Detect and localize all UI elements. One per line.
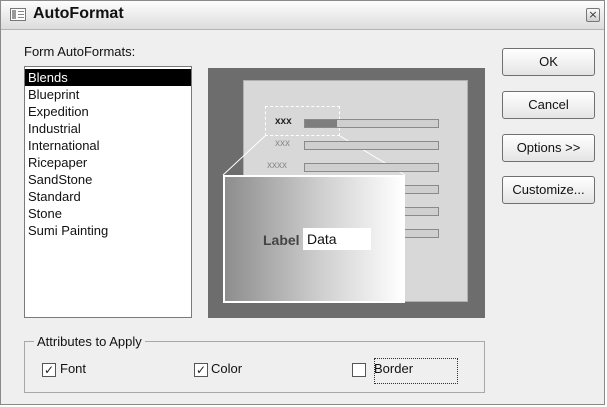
list-item[interactable]: International <box>25 137 191 154</box>
preview-field <box>304 141 439 150</box>
close-button[interactable]: × <box>586 8 600 22</box>
list-item[interactable]: Sumi Painting <box>25 222 191 239</box>
preview-field-fill <box>305 120 337 127</box>
list-label: Form AutoFormats: <box>24 44 136 59</box>
checkmark-icon: ✓ <box>195 363 207 377</box>
preview-row-label: xxx <box>275 138 290 149</box>
checkmark-icon: ✓ <box>43 363 55 377</box>
autoformat-list[interactable]: Blends Blueprint Expedition Industrial I… <box>24 66 192 318</box>
window-title: AutoFormat <box>33 5 124 22</box>
format-preview: xxx xxx xxxx Label Data <box>208 68 485 318</box>
list-item[interactable]: Ricepaper <box>25 154 191 171</box>
color-label: Color <box>211 361 243 376</box>
cancel-button[interactable]: Cancel <box>502 91 595 119</box>
form-icon <box>10 8 26 21</box>
preview-card: Label Data <box>223 175 405 303</box>
list-item[interactable]: Stone <box>25 205 191 222</box>
list-item[interactable]: Blueprint <box>25 86 191 103</box>
autoformat-dialog: AutoFormat × Form AutoFormats: Blends Bl… <box>0 0 605 405</box>
preview-row-label: xxx <box>275 116 292 127</box>
preview-card-data: Data <box>303 228 371 250</box>
preview-row-label: xxxx <box>267 160 287 171</box>
list-item[interactable]: Blends <box>25 69 191 86</box>
customize-button[interactable]: Customize... <box>502 176 595 204</box>
list-item[interactable]: Expedition <box>25 103 191 120</box>
preview-field <box>304 163 439 172</box>
title-bar[interactable]: AutoFormat × <box>1 1 604 30</box>
preview-card-label: Label <box>263 232 300 248</box>
ok-button[interactable]: OK <box>502 48 595 76</box>
font-label[interactable]: Font <box>60 361 86 376</box>
border-checkbox[interactable] <box>352 363 366 377</box>
attributes-title: Attributes to Apply <box>34 334 145 349</box>
list-item[interactable]: Standard <box>25 188 191 205</box>
color-checkbox[interactable]: ✓ <box>194 363 208 377</box>
options-button[interactable]: Options >> <box>502 134 595 162</box>
font-checkbox[interactable]: ✓ <box>42 363 56 377</box>
border-label[interactable]: Border <box>374 361 413 376</box>
list-item[interactable]: SandStone <box>25 171 191 188</box>
list-item[interactable]: Industrial <box>25 120 191 137</box>
